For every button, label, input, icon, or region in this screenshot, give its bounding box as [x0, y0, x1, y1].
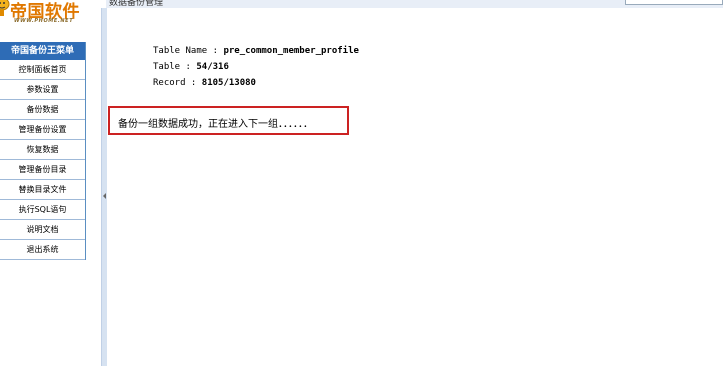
table-count-label: Table : [153, 62, 197, 72]
table-name-label: Table Name : [153, 46, 224, 56]
sidebar-menu: 帝国备份王菜单 控制面板首页 参数设置 备份数据 管理备份设置 恢复数据 管理备… [0, 42, 86, 260]
top-caption: 数据备份管理 [109, 0, 164, 8]
top-strip: 数据备份管理 [106, 0, 723, 8]
logo: 帝国软件 WWW.PHOME.NET [0, 0, 86, 38]
menu-item-documentation[interactable]: 说明文档 [0, 220, 85, 240]
record-count-label: Record : [153, 78, 202, 88]
top-search-input[interactable] [625, 0, 723, 5]
menu-item-replace-dir-files[interactable]: 替换目录文件 [0, 180, 85, 200]
main-content: Table Name : pre_common_member_profile T… [107, 8, 723, 366]
menu-item-manage-backup-dir[interactable]: 管理备份目录 [0, 160, 85, 180]
menu-item-execute-sql[interactable]: 执行SQL语句 [0, 200, 85, 220]
mascot-icon [0, 0, 10, 16]
menu-item-manage-backup-settings[interactable]: 管理备份设置 [0, 120, 85, 140]
collapse-arrow-icon[interactable] [103, 193, 106, 199]
logo-site: WWW.PHOME.NET [14, 18, 74, 24]
menu-item-backup-data[interactable]: 备份数据 [0, 100, 85, 120]
record-count-value: 8105/13080 [201, 78, 256, 88]
table-name-row: Table Name : pre_common_member_profile [153, 43, 359, 59]
table-count-value: 54/316 [196, 62, 229, 72]
table-name-value: pre_common_member_profile [223, 46, 359, 56]
menu-item-control-panel-home[interactable]: 控制面板首页 [0, 60, 85, 80]
status-message: 备份一组数据成功，正在进入下一组．．．．．． [118, 119, 313, 130]
menu-item-logout[interactable]: 退出系统 [0, 240, 85, 260]
backup-progress-info: Table Name : pre_common_member_profile T… [153, 43, 359, 91]
table-count-row: Table : 54/316 [153, 59, 359, 75]
status-message-box: 备份一组数据成功，正在进入下一组．．．．．． [108, 106, 349, 135]
record-count-row: Record : 8105/13080 [153, 75, 359, 91]
menu-title: 帝国备份王菜单 [0, 42, 85, 60]
menu-item-settings[interactable]: 参数设置 [0, 80, 85, 100]
menu-item-restore-data[interactable]: 恢复数据 [0, 140, 85, 160]
